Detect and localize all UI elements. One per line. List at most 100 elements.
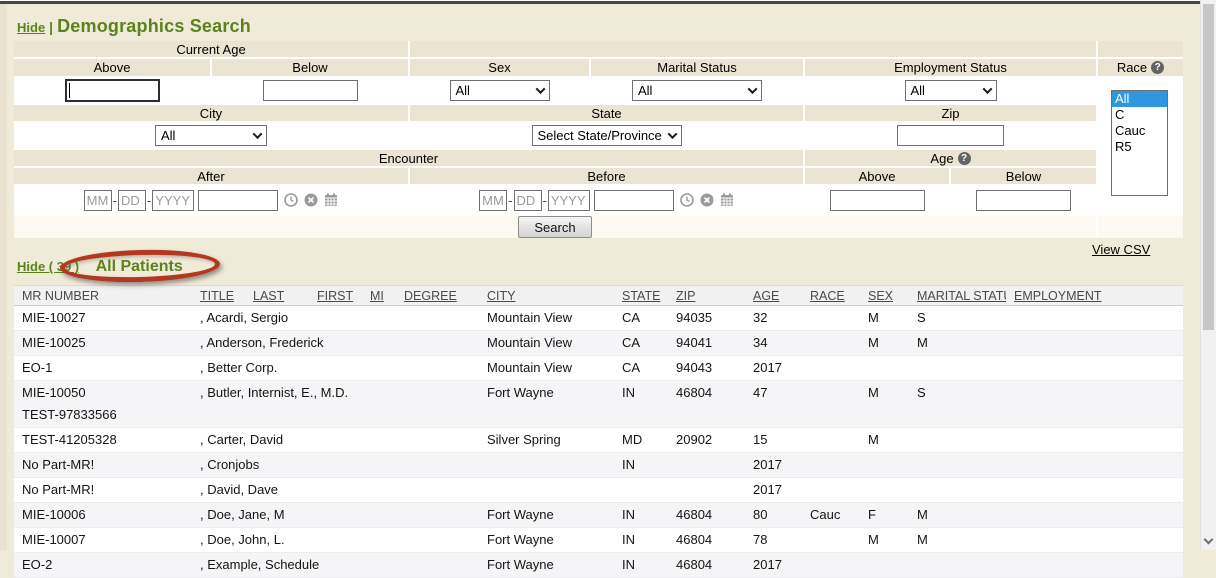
column-header-first[interactable]: FIRST	[309, 289, 362, 303]
cell-marital	[909, 428, 1006, 452]
cell-race	[802, 453, 860, 477]
cell-employment	[1006, 356, 1183, 380]
after-year-input[interactable]	[152, 190, 194, 211]
chevron-down-icon	[748, 84, 758, 94]
age-above-input[interactable]	[830, 190, 925, 211]
cell-employment	[1006, 306, 1183, 330]
cell-sex: M	[860, 528, 909, 552]
search-button[interactable]: Search	[518, 216, 591, 238]
before-date-text-input[interactable]	[594, 190, 674, 211]
column-header-city[interactable]: CITY	[479, 289, 614, 303]
before-year-input[interactable]	[548, 190, 590, 211]
cell-name: , Acardi, Sergio	[192, 306, 479, 330]
employment-status-select[interactable]: All	[905, 80, 997, 101]
cell-marital	[909, 478, 1006, 502]
column-header-degree[interactable]: DEGREE	[396, 289, 479, 303]
cell-city	[479, 453, 614, 477]
before-month-input[interactable]	[479, 190, 507, 211]
column-header-state[interactable]: STATE	[614, 289, 668, 303]
column-header-mi[interactable]: MI	[362, 289, 396, 303]
cell-employment	[1006, 553, 1183, 577]
cell-name: , Example, Schedule	[192, 553, 479, 577]
race-option-c[interactable]: C	[1112, 107, 1167, 123]
encounter-before-label: Before	[410, 168, 803, 184]
encounter-before-date-group: --	[410, 186, 803, 214]
cell-race: Cauc	[802, 503, 860, 527]
zip-input[interactable]	[897, 125, 1004, 146]
cell-name: , Doe, John, L.	[192, 528, 479, 552]
employment-status-label: Employment Status	[805, 59, 1096, 76]
before-time-clock-icon[interactable]	[680, 193, 694, 207]
race-option-r5[interactable]: R5	[1112, 139, 1167, 155]
table-row[interactable]: EO-1, Better Corp.Mountain ViewCA9404320…	[14, 356, 1183, 381]
after-clear-x-circle-icon[interactable]	[304, 193, 318, 207]
state-select[interactable]: Select State/Province	[532, 125, 682, 146]
marital-status-label: Marital Status	[591, 59, 803, 76]
cell-race	[802, 381, 860, 427]
cell-state	[614, 478, 668, 502]
current-age-above-input[interactable]	[65, 79, 160, 102]
table-row[interactable]: No Part-MR!, CronjobsIN2017	[14, 453, 1183, 478]
before-day-input[interactable]	[514, 190, 542, 211]
scrollbar-thumb[interactable]	[1203, 4, 1214, 330]
cell-marital: M	[909, 331, 1006, 355]
cell-race	[802, 331, 860, 355]
cell-name: , Cronjobs	[192, 453, 479, 477]
cell-employment	[1006, 528, 1183, 552]
vertical-scrollbar[interactable]	[1200, 0, 1216, 550]
table-row[interactable]: EO-2, Example, ScheduleFort WayneIN46804…	[14, 553, 1183, 578]
column-header-employment[interactable]: EMPLOYMENT	[1006, 289, 1183, 303]
cell-race	[802, 306, 860, 330]
cell-sex: M	[860, 306, 909, 330]
table-row[interactable]: No Part-MR!, David, Dave2017	[14, 478, 1183, 503]
all-patients-title: All Patients	[96, 258, 183, 275]
race-help-icon[interactable]: ?	[1151, 61, 1164, 74]
column-header-sex[interactable]: SEX	[860, 289, 909, 303]
table-row[interactable]: MIE-10007, Doe, John, L.Fort WayneIN4680…	[14, 528, 1183, 553]
after-day-input[interactable]	[118, 190, 146, 211]
table-row[interactable]: MIE-10027, Acardi, SergioMountain ViewCA…	[14, 306, 1183, 331]
window-left-border	[0, 0, 7, 550]
scroll-down-chevron-icon[interactable]	[1204, 535, 1214, 545]
column-header-race[interactable]: RACE	[802, 289, 860, 303]
before-calendar-icon[interactable]	[720, 193, 734, 207]
marital-status-select[interactable]: All	[632, 80, 762, 101]
age-above-label: Above	[805, 168, 949, 184]
cell-zip: 94043	[668, 356, 745, 380]
cell-city: Fort Wayne	[479, 503, 614, 527]
after-time-clock-icon[interactable]	[284, 193, 298, 207]
column-header-title[interactable]: TITLE	[192, 289, 245, 303]
column-header-marital-status[interactable]: MARITAL STATUS	[909, 289, 1006, 303]
table-row[interactable]: MIE-10050 TEST-97833566, Butler, Interni…	[14, 381, 1183, 428]
race-option-all[interactable]: All	[1112, 91, 1167, 107]
hide-demographics-link[interactable]: Hide	[17, 20, 45, 35]
sex-select[interactable]: All	[450, 80, 550, 101]
column-header-age[interactable]: AGE	[745, 289, 802, 303]
after-calendar-icon[interactable]	[324, 193, 338, 207]
cell-age: 2017	[745, 453, 802, 477]
encounter-after-label: After	[14, 168, 408, 184]
after-month-input[interactable]	[84, 190, 112, 211]
race-listbox[interactable]: AllCCaucR5	[1111, 90, 1168, 196]
cell-age: 47	[745, 381, 802, 427]
column-header-last[interactable]: LAST	[245, 289, 309, 303]
table-row[interactable]: TEST-41205328, Carter, DavidSilver Sprin…	[14, 428, 1183, 453]
table-row[interactable]: MIE-10025, Anderson, FrederickMountain V…	[14, 331, 1183, 356]
before-clear-x-circle-icon[interactable]	[700, 193, 714, 207]
race-option-cauc[interactable]: Cauc	[1112, 123, 1167, 139]
cell-age: 34	[745, 331, 802, 355]
cell-sex: M	[860, 428, 909, 452]
cell-mr: No Part-MR!	[14, 478, 192, 502]
cell-race	[802, 478, 860, 502]
current-age-below-input[interactable]	[263, 80, 358, 101]
age-below-input[interactable]	[976, 190, 1071, 211]
zip-label: Zip	[805, 105, 1096, 121]
after-date-text-input[interactable]	[198, 190, 278, 211]
hide-results-link[interactable]: Hide ( 39 )	[17, 259, 79, 274]
city-select[interactable]: All	[155, 125, 267, 146]
column-header-zip[interactable]: ZIP	[668, 289, 745, 303]
age-help-icon[interactable]: ?	[958, 152, 971, 165]
encounter-after-date-group: --	[14, 186, 408, 214]
view-csv-link[interactable]: View CSV	[1092, 242, 1150, 257]
table-row[interactable]: MIE-10006, Doe, Jane, MFort WayneIN46804…	[14, 503, 1183, 528]
